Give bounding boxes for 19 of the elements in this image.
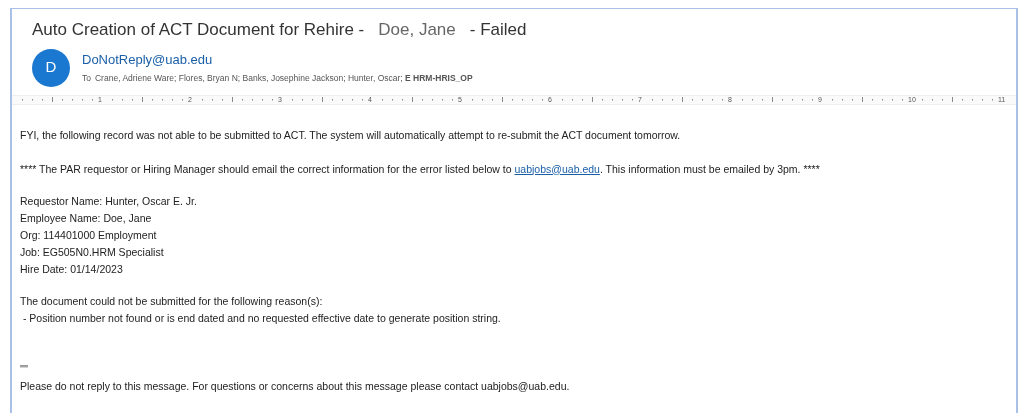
marks-text: '''' (20, 361, 29, 377)
notice-paragraph: **** The PAR requestor or Hiring Manager should email the correct information for the error listed below to uabjobs@uab.edu. This information must be emailed by 3pm. **** (20, 161, 821, 177)
reason-line: - Position number not found or is end dated and no requested effective date to generate position string. (21, 310, 501, 326)
footer-text: Please do not reply to this message. For questions or concerns about this message please contact uabjobs@uab.edu. (20, 378, 570, 394)
intro-paragraph: FYI, the following record was not able to be submitted to ACT. The system will automatically attempt to re-submit the ACT document tomorrow. (20, 127, 682, 143)
detail-line: Employee Name: Doe, Jane (20, 210, 152, 226)
sender-avatar: D (32, 48, 70, 87)
detail-line: Requestor Name: Hunter, Oscar E. Jr. (20, 193, 197, 209)
reason-heading: The document could not be submitted for the following reason(s): (20, 293, 323, 309)
subject-text: Auto Creation of ACT Document for Rehire - (32, 19, 365, 41)
email-link[interactable]: uabjobs@uab.edu (514, 162, 600, 175)
sender-address: DoNotReply@uab.edu (82, 51, 214, 70)
recipient-list: Crane, Adriene Ware; Flores, Bryan N; Banks, Josephine Jackson; Hunter, Oscar; E HRM-HRIS_OP (95, 71, 473, 85)
to-label: To (82, 71, 91, 85)
subject-text: - Failed (469, 19, 527, 41)
subject-text: Doe, Jane (378, 19, 456, 41)
detail-line: Org: 114401000 Employment (20, 227, 157, 243)
detail-line: Job: EG505N0.HRM Specialist (20, 244, 164, 260)
detail-line: Hire Date: 01/14/2023 (20, 261, 123, 277)
